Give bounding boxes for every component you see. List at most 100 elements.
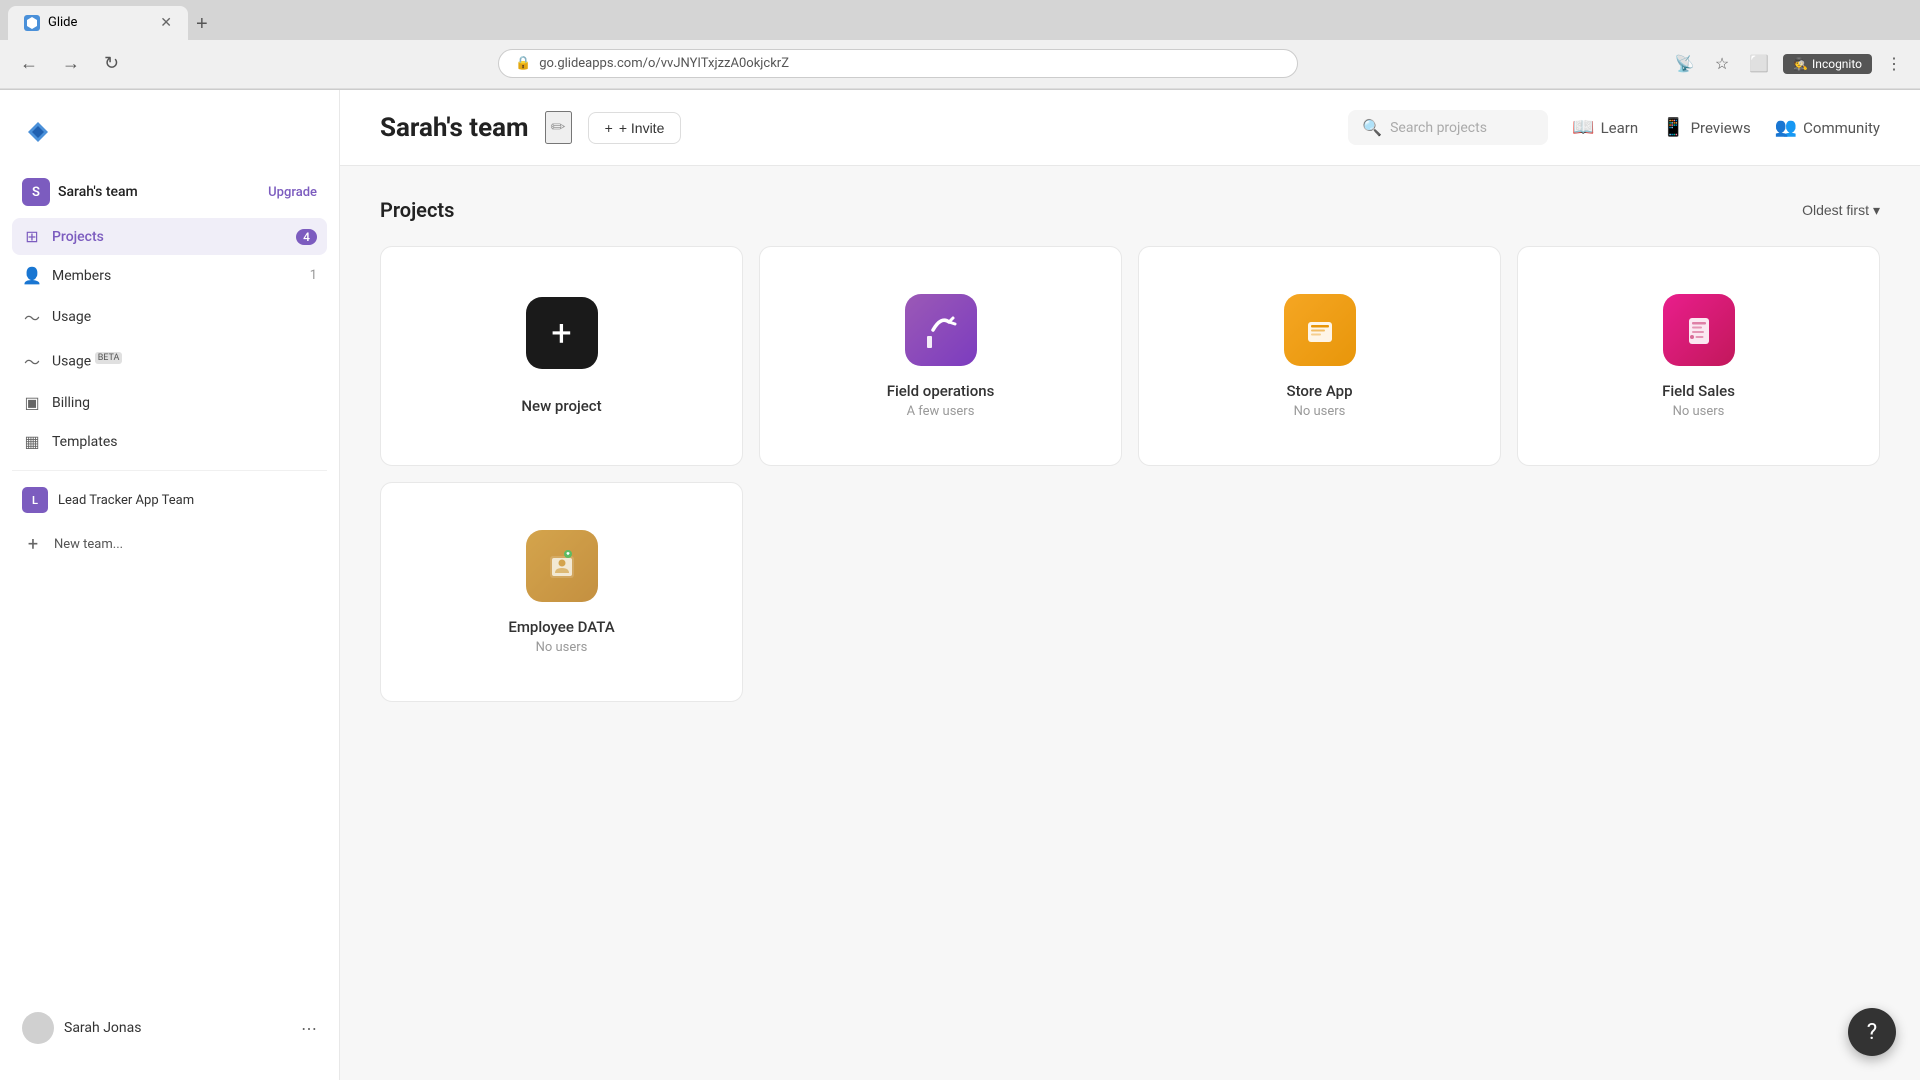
members-icon: 👤 xyxy=(22,266,42,285)
lock-icon: 🔒 xyxy=(515,56,531,71)
projects-label: Projects xyxy=(52,229,286,245)
employee-data-name: Employee DATA xyxy=(508,618,614,636)
user-row[interactable]: Sarah Jonas ⋯ xyxy=(12,1004,327,1052)
bookmark-button[interactable]: ☆ xyxy=(1709,50,1735,78)
community-link[interactable]: 👥 Community xyxy=(1775,117,1880,138)
new-project-label: New project xyxy=(521,397,601,415)
employee-data-users: No users xyxy=(536,640,588,655)
incognito-icon: 🕵 xyxy=(1793,57,1808,71)
sidebar-divider-1 xyxy=(12,470,327,471)
section-title: Projects xyxy=(380,198,454,222)
community-icon: 👥 xyxy=(1775,117,1797,138)
active-tab[interactable]: Glide ✕ xyxy=(8,6,188,40)
usage-label: Usage xyxy=(52,309,317,325)
menu-button[interactable]: ⋮ xyxy=(1880,50,1908,78)
project-card-store-app[interactable]: Store App No users xyxy=(1138,246,1501,466)
learn-icon: 📖 xyxy=(1572,117,1594,138)
store-app-users: No users xyxy=(1294,404,1346,419)
field-sales-name: Field Sales xyxy=(1662,382,1735,400)
more-options-button[interactable]: ⋯ xyxy=(301,1019,317,1038)
invite-icon: + xyxy=(605,120,613,136)
help-button[interactable]: ? xyxy=(1848,1008,1896,1056)
usage-beta-label: Usage BETA xyxy=(52,353,317,370)
address-bar[interactable]: 🔒 go.glideapps.com/o/vvJNYITxjzzA0okjckr… xyxy=(498,49,1298,78)
other-teams-section: L Lead Tracker App Team + New team... xyxy=(0,479,339,567)
other-team-initial: L xyxy=(32,494,38,507)
new-project-icon: + xyxy=(526,297,598,369)
field-sales-icon xyxy=(1663,294,1735,366)
usage-icon: 〜 xyxy=(22,305,42,329)
new-tab-button[interactable]: + xyxy=(188,9,216,40)
sidebar-item-billing[interactable]: ▣ Billing xyxy=(12,384,327,421)
invite-label: + Invite xyxy=(619,120,665,136)
tab-close-button[interactable]: ✕ xyxy=(160,15,172,31)
team-initial: S xyxy=(32,185,40,200)
cast-button[interactable]: 📡 xyxy=(1669,50,1701,78)
project-card-employee-data[interactable]: Employee DATA No users xyxy=(380,482,743,702)
sidebar-bottom: Sarah Jonas ⋯ xyxy=(0,992,339,1064)
extensions-button[interactable]: ⬜ xyxy=(1743,50,1775,78)
sidebar-section: S Sarah's team Upgrade ⊞ Projects 4 👤 Me… xyxy=(0,170,339,462)
sidebar-item-usage[interactable]: 〜 Usage xyxy=(12,296,327,338)
sidebar-item-projects[interactable]: ⊞ Projects 4 xyxy=(12,218,327,255)
members-count: 1 xyxy=(310,268,317,283)
field-operations-users: A few users xyxy=(907,404,975,419)
upgrade-button[interactable]: Upgrade xyxy=(268,185,317,200)
other-team-avatar: L xyxy=(22,487,48,513)
templates-icon: ▦ xyxy=(22,432,42,451)
project-card-field-operations[interactable]: Field operations A few users xyxy=(759,246,1122,466)
url-text: go.glideapps.com/o/vvJNYITxjzzA0okjckrZ xyxy=(539,56,789,71)
header-actions: 🔍 Search projects 📖 Learn 📱 Previews 👥 C… xyxy=(1348,110,1880,145)
incognito-badge: 🕵 Incognito xyxy=(1783,54,1872,74)
tab-label: Glide xyxy=(48,15,77,30)
new-project-card[interactable]: + New project xyxy=(380,246,743,466)
user-name-label: Sarah Jonas xyxy=(64,1020,291,1036)
learn-label: Learn xyxy=(1601,119,1639,137)
team-row[interactable]: S Sarah's team Upgrade xyxy=(12,170,327,214)
plus-icon: + xyxy=(22,533,44,555)
community-label: Community xyxy=(1803,119,1880,137)
search-icon: 🔍 xyxy=(1362,118,1382,137)
sidebar-item-templates[interactable]: ▦ Templates xyxy=(12,423,327,460)
learn-link[interactable]: 📖 Learn xyxy=(1572,117,1638,138)
edit-team-name-button[interactable]: ✏ xyxy=(545,111,572,144)
team-avatar: S xyxy=(22,178,50,206)
reload-button[interactable]: ↻ xyxy=(96,49,127,78)
projects-badge: 4 xyxy=(296,229,317,245)
tab-favicon xyxy=(24,15,40,31)
page-title: Sarah's team xyxy=(380,113,529,143)
previews-link[interactable]: 📱 Previews xyxy=(1662,117,1751,138)
projects-grid-row2: Employee DATA No users xyxy=(380,482,1880,702)
sidebar-item-members[interactable]: 👤 Members 1 xyxy=(12,257,327,294)
usage-beta-icon: 〜 xyxy=(22,349,42,373)
sidebar-item-usage-beta[interactable]: 〜 Usage BETA xyxy=(12,340,327,382)
store-app-name: Store App xyxy=(1286,382,1352,400)
new-team-row[interactable]: + New team... xyxy=(12,525,327,563)
members-label: Members xyxy=(52,268,300,284)
previews-label: Previews xyxy=(1691,119,1751,137)
team-name-label: Sarah's team xyxy=(58,184,268,200)
project-card-field-sales[interactable]: Field Sales No users xyxy=(1517,246,1880,466)
forward-button[interactable]: → xyxy=(54,49,88,78)
invite-button[interactable]: + + Invite xyxy=(588,112,682,144)
main-content: Sarah's team ✏ + + Invite 🔍 Search proje… xyxy=(340,90,1920,1080)
sort-button[interactable]: Oldest first ▾ xyxy=(1802,202,1880,219)
user-avatar xyxy=(22,1012,54,1044)
browser-nav: ← → ↻ 🔒 go.glideapps.com/o/vvJNYITxjzzA0… xyxy=(0,40,1920,89)
chevron-down-icon: ▾ xyxy=(1873,202,1880,219)
billing-icon: ▣ xyxy=(22,393,42,412)
sidebar: S Sarah's team Upgrade ⊞ Projects 4 👤 Me… xyxy=(0,90,340,1080)
app-container: S Sarah's team Upgrade ⊞ Projects 4 👤 Me… xyxy=(0,90,1920,1080)
other-team-name-label: Lead Tracker App Team xyxy=(58,493,194,508)
new-team-label: New team... xyxy=(54,537,123,552)
grid-icon: ⊞ xyxy=(22,227,42,246)
search-box[interactable]: 🔍 Search projects xyxy=(1348,110,1548,145)
previews-icon: 📱 xyxy=(1662,117,1684,138)
back-button[interactable]: ← xyxy=(12,49,46,78)
incognito-label: Incognito xyxy=(1812,57,1862,71)
sidebar-item-lead-tracker-team[interactable]: L Lead Tracker App Team xyxy=(12,479,327,521)
sidebar-logo xyxy=(0,106,339,170)
projects-section: Projects Oldest first ▾ + New project xyxy=(340,166,1920,734)
templates-label: Templates xyxy=(52,434,317,450)
sort-label: Oldest first xyxy=(1802,202,1869,218)
